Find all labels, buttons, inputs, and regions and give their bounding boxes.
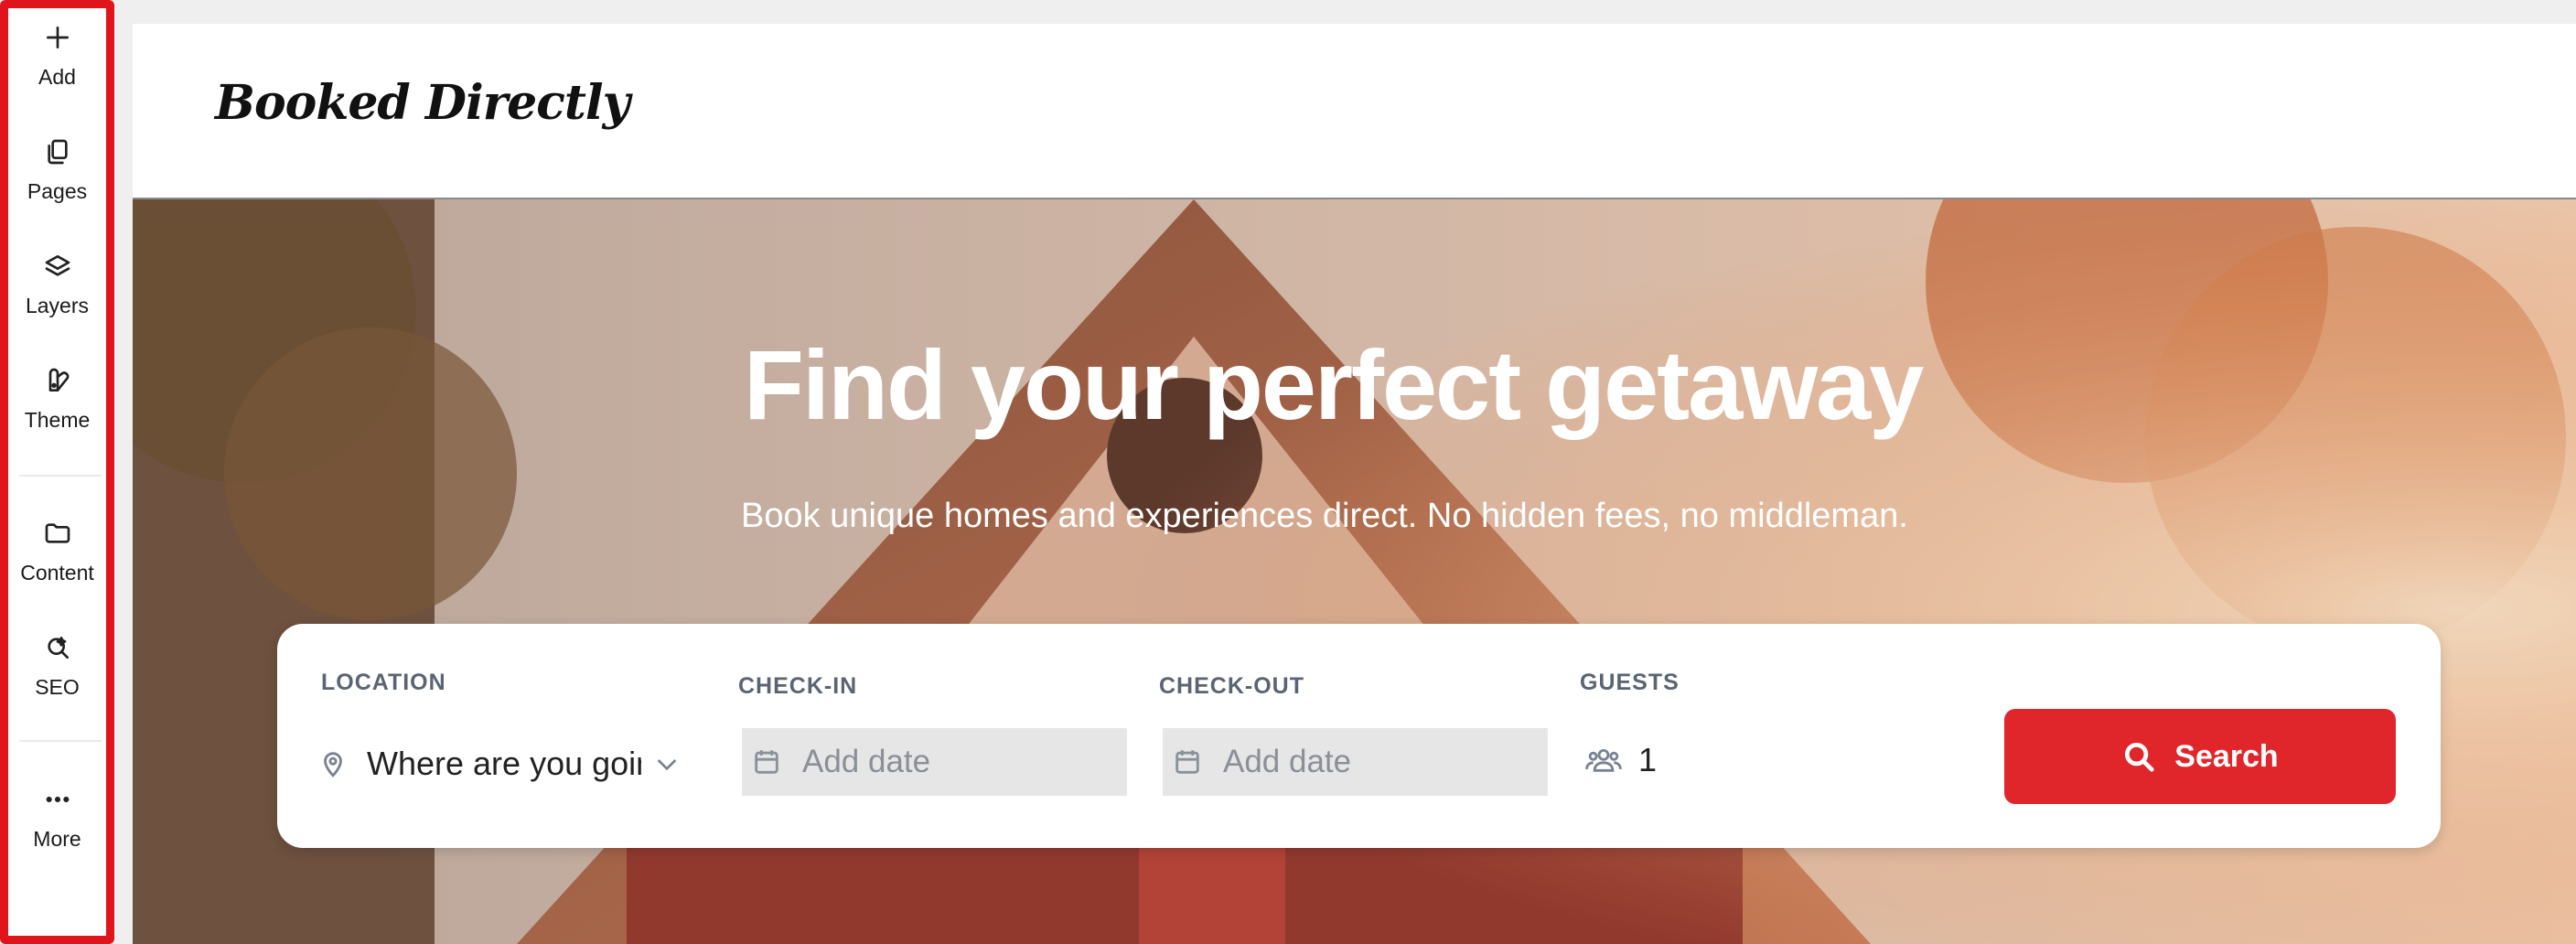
calendar-icon xyxy=(1175,750,1199,774)
toolbar-more-label: More xyxy=(33,827,81,851)
hero-title: Find your perfect getaway xyxy=(744,329,1924,440)
toolbar-more-button[interactable]: More xyxy=(8,779,106,852)
toolbar-layers-label: Layers xyxy=(25,294,90,317)
site-logo[interactable]: Booked Directly xyxy=(215,75,630,131)
toolbar-layers-button[interactable]: Layers xyxy=(8,246,106,318)
toolbar-pages-label: Pages xyxy=(27,179,88,203)
guests-input[interactable]: 1 xyxy=(1585,741,1657,779)
guests-label: GUESTS xyxy=(1580,670,1680,695)
editor-toolbar: Add Pages Layers Theme Content SEO More xyxy=(0,0,114,944)
checkout-date-input[interactable]: Add date xyxy=(1163,728,1548,796)
toolbar-add-button[interactable]: Add xyxy=(8,17,106,90)
search-icon xyxy=(2125,742,2154,772)
hero-section: Find your perfect getaway Book unique ho… xyxy=(133,199,2576,944)
checkin-label: CHECK-IN xyxy=(738,673,858,699)
guests-value: 1 xyxy=(1638,741,1658,778)
users-icon xyxy=(1585,748,1622,772)
location-label: LOCATION xyxy=(321,670,446,695)
checkout-label: CHECK-OUT xyxy=(1159,673,1304,699)
booking-search-bar: LOCATION Where are you going? CHECK-IN A… xyxy=(277,624,2441,848)
toolbar-divider xyxy=(19,475,102,477)
plus-icon xyxy=(38,17,78,58)
toolbar-seo-button[interactable]: SEO xyxy=(8,628,106,700)
page-canvas: Booked Directly Find your perfect getawa… xyxy=(133,24,2576,944)
layers-icon xyxy=(38,246,78,286)
location-pin-icon xyxy=(324,752,342,778)
calendar-icon xyxy=(755,750,778,774)
checkin-date-input[interactable]: Add date xyxy=(742,728,1127,796)
checkout-placeholder: Add date xyxy=(1223,744,1352,779)
search-button[interactable]: Search xyxy=(2004,709,2396,804)
hero-subtitle: Book unique homes and experiences direct… xyxy=(741,497,1908,535)
toolbar-content-label: Content xyxy=(20,561,94,585)
toolbar-divider xyxy=(19,740,102,742)
toolbar-pages-button[interactable]: Pages xyxy=(8,132,106,204)
pages-icon xyxy=(38,132,78,172)
site-header: Booked Directly xyxy=(133,24,2576,199)
theme-icon xyxy=(38,360,78,401)
checkin-placeholder: Add date xyxy=(802,744,931,779)
location-value: Where are you going? xyxy=(367,745,641,782)
toolbar-add-label: Add xyxy=(38,65,76,89)
chevron-down-icon xyxy=(657,759,677,771)
toolbar-content-button[interactable]: Content xyxy=(8,513,106,585)
search-button-label: Search xyxy=(2174,738,2279,774)
toolbar-theme-label: Theme xyxy=(24,408,91,432)
toolbar-seo-label: SEO xyxy=(35,675,80,699)
location-select[interactable]: Where are you going? xyxy=(317,741,692,787)
more-icon xyxy=(38,779,78,820)
seo-icon xyxy=(38,628,78,668)
toolbar-theme-button[interactable]: Theme xyxy=(8,360,106,433)
folder-icon xyxy=(38,513,78,553)
